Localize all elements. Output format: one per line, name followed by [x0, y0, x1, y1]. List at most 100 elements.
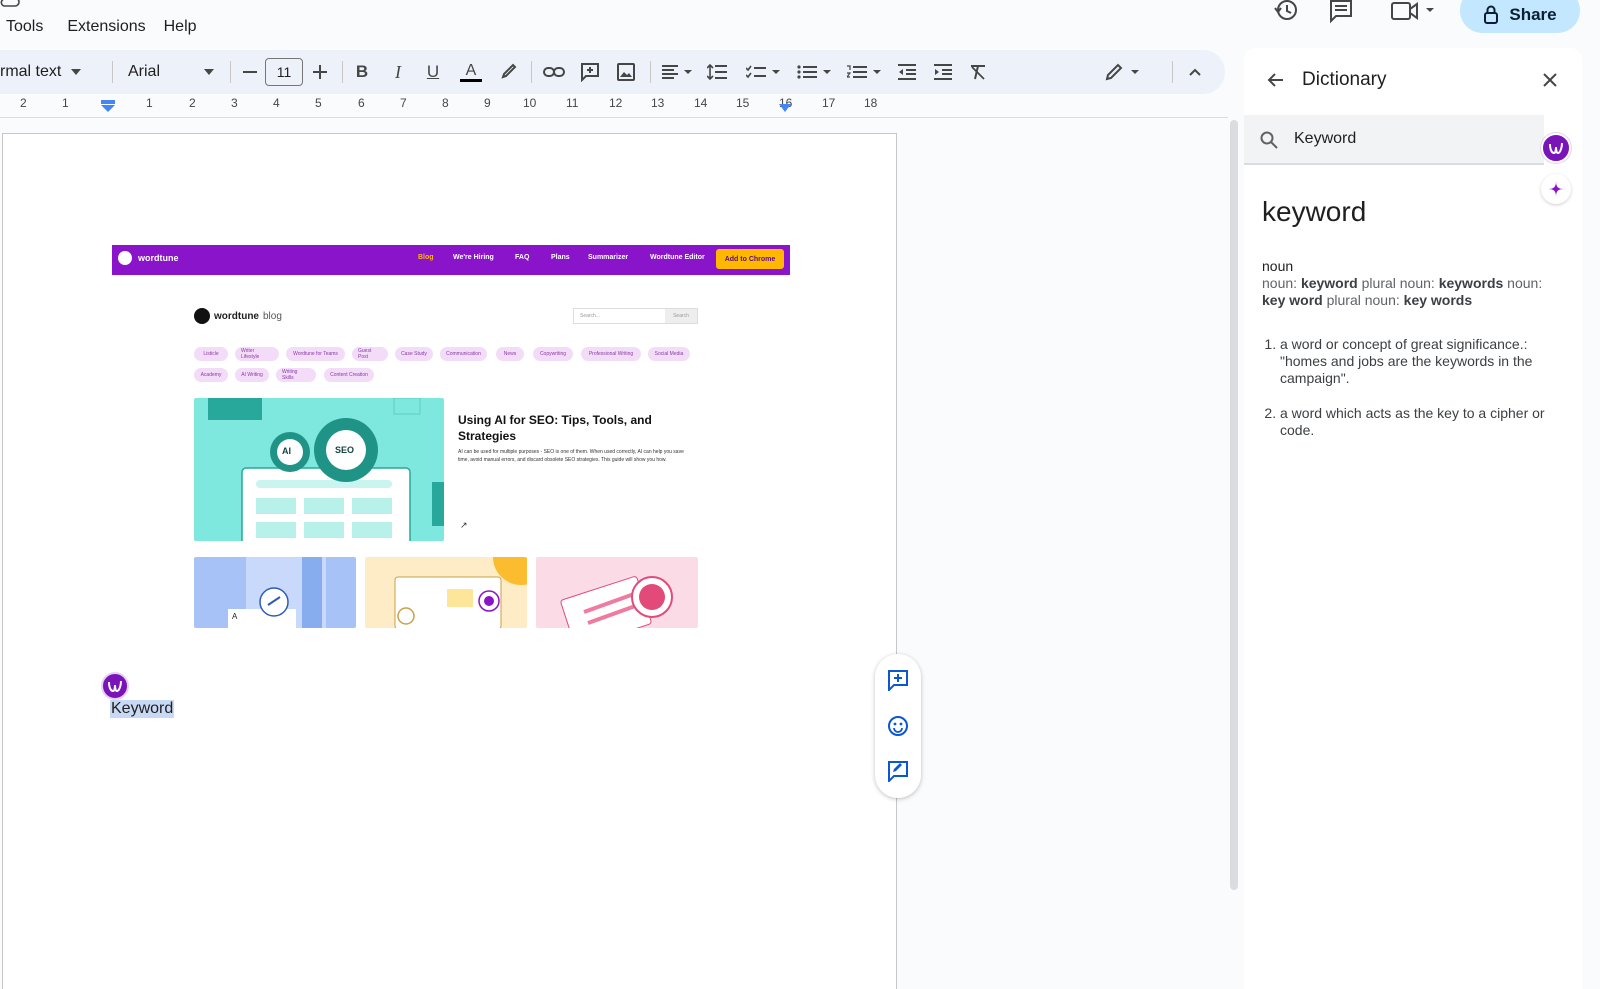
ruler-tick: 12	[609, 96, 623, 110]
align-icon[interactable]	[660, 50, 696, 94]
brand-text: wordtune	[138, 253, 179, 263]
ruler-tick: 8	[442, 96, 449, 110]
suggest-edits-icon[interactable]	[887, 760, 909, 782]
blog-chip: Professional Writing	[581, 347, 641, 361]
blog-brand: wordtune	[214, 310, 259, 322]
menu-help[interactable]: Help	[158, 14, 203, 40]
headword: keyword	[1262, 196, 1367, 227]
gear-label: SEO	[335, 445, 355, 455]
editing-mode-icon[interactable]	[1103, 50, 1143, 94]
share-label: Share	[1509, 4, 1557, 24]
decrease-font-size-icon[interactable]	[240, 50, 260, 94]
selected-word[interactable]: Keyword	[110, 700, 175, 718]
blog-chip: Social Media	[648, 347, 690, 361]
comments-icon[interactable]	[1328, 0, 1354, 24]
chevron-down-icon	[71, 69, 82, 75]
underline-icon[interactable]: U	[423, 50, 443, 94]
blog-logo: wordtune blog	[194, 308, 282, 324]
word-forms: noun: keyword plural noun: keywords noun…	[1262, 275, 1562, 309]
blog-chip: AI Writing	[235, 368, 269, 382]
wordtune-inline-icon[interactable]	[101, 672, 129, 700]
blog-search-button: Search	[665, 309, 697, 323]
form-word: keywords	[1438, 275, 1504, 291]
back-arrow-icon[interactable]	[1266, 71, 1284, 89]
ruler-tick: 2	[20, 96, 27, 110]
blog-chip: Guest Post	[352, 347, 388, 361]
ruler-tick: 1	[146, 96, 153, 110]
nav-item: FAQ	[515, 254, 530, 261]
close-icon[interactable]	[1542, 72, 1558, 88]
definition-item: a word which acts as the key to a cipher…	[1280, 405, 1562, 439]
decrease-indent-icon[interactable]	[895, 50, 919, 94]
horizontal-ruler: 2 1 1 2 3 4 5 6 7 8 9 10 11 12 13 14 15 …	[0, 96, 1228, 118]
ruler-tick: 18	[864, 96, 878, 110]
ruler-tick: 3	[231, 96, 238, 110]
bulleted-list-icon[interactable]	[795, 50, 835, 94]
ruler-tick: 14	[694, 96, 708, 110]
emoji-reaction-icon[interactable]	[887, 715, 909, 737]
thumbnail-dashboard-illustration	[365, 557, 527, 628]
right-indent-marker-icon[interactable]	[779, 104, 791, 112]
add-comment-icon[interactable]	[578, 50, 602, 94]
style-select[interactable]: rmal text	[0, 50, 96, 94]
share-button[interactable]: Share	[1460, 0, 1580, 33]
form-word: key word	[1262, 292, 1323, 308]
clear-formatting-icon[interactable]	[966, 50, 990, 94]
cloud-saved-icon	[0, 0, 20, 8]
ruler-tick: 9	[484, 96, 491, 110]
font-size-input[interactable]: 11	[265, 58, 303, 86]
dictionary-search-input[interactable]: Keyword	[1294, 130, 1356, 148]
definition-item: a word or concept of great significance.…	[1280, 336, 1562, 387]
hero-title: Using AI for SEO: Tips, Tools, and Strat…	[458, 413, 652, 443]
vertical-scrollbar[interactable]	[1230, 120, 1238, 890]
blog-chip: News	[496, 347, 524, 361]
text-color-icon[interactable]: A	[459, 50, 483, 94]
history-icon[interactable]	[1273, 0, 1299, 24]
blog-search: Search... Search	[573, 308, 698, 324]
gear-label: AI	[282, 446, 291, 456]
meet-video-icon[interactable]	[1390, 0, 1436, 22]
blog-brand-suffix: blog	[263, 310, 282, 322]
wordtune-extension-icon[interactable]	[1541, 133, 1571, 163]
highlight-pen-icon[interactable]	[497, 50, 521, 94]
ruler-tick: 11	[566, 96, 579, 110]
wordtune-logo: wordtune	[118, 251, 179, 265]
nav-item: We're Hiring	[453, 254, 494, 261]
blog-chip: Copywriting	[533, 347, 573, 361]
ruler-tick: 5	[315, 96, 322, 110]
ruler-tick: 7	[400, 96, 407, 110]
font-select[interactable]: Arial	[128, 50, 218, 94]
italic-icon[interactable]: I	[388, 50, 408, 94]
menu-extensions[interactable]: Extensions	[61, 14, 151, 40]
increase-font-size-icon[interactable]	[310, 50, 330, 94]
checklist-icon[interactable]	[744, 50, 784, 94]
wordtune-sparkle-icon[interactable]	[1541, 174, 1571, 204]
add-comment-icon[interactable]	[887, 669, 909, 691]
form-word: keyword	[1300, 275, 1358, 291]
ruler-tick: 15	[736, 96, 750, 110]
hero-arrow-icon: ↗	[460, 520, 468, 530]
embedded-image-header: wordtune Blog We're Hiring FAQ Plans Sum…	[112, 245, 790, 275]
search-icon	[1260, 131, 1278, 149]
ruler-tick: 2	[189, 96, 196, 110]
forms-text: noun:	[1503, 275, 1543, 291]
font-value: Arial	[128, 63, 161, 80]
nav-item: Summarizer	[588, 254, 629, 261]
chevron-up-icon[interactable]	[1184, 50, 1206, 94]
insert-link-icon[interactable]	[541, 50, 567, 94]
blog-chip: Writing Skills	[276, 368, 316, 382]
blog-chip: Wordtune for Teams	[286, 347, 345, 361]
line-spacing-icon[interactable]	[705, 50, 729, 94]
increase-indent-icon[interactable]	[931, 50, 955, 94]
numbered-list-icon[interactable]	[845, 50, 885, 94]
form-word: key words	[1403, 292, 1473, 308]
ruler-tick: 6	[358, 96, 365, 110]
menu-tools[interactable]: Tools	[0, 14, 49, 40]
blog-chip: Academy	[194, 368, 228, 382]
definitions-list: a word or concept of great significance.…	[1262, 336, 1562, 457]
insert-image-icon[interactable]	[614, 50, 638, 94]
indent-marker-icon[interactable]	[101, 100, 115, 112]
blog-chip: Content Creation	[324, 368, 374, 382]
bold-icon[interactable]: B	[352, 50, 372, 94]
ruler-tick: 17	[822, 96, 836, 110]
